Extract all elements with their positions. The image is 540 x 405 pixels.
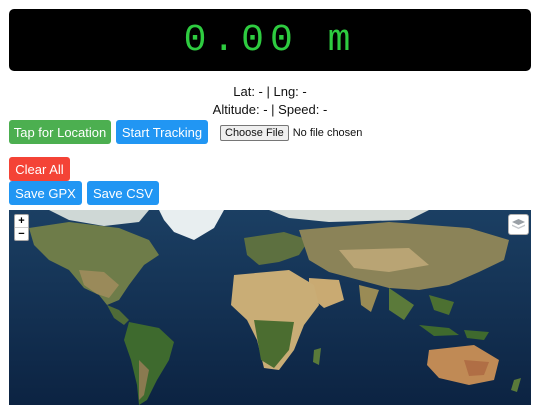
zoom-out-button[interactable]: − xyxy=(15,228,28,240)
distance-display: 0.00 m xyxy=(9,9,531,71)
file-input[interactable]: Choose File No file chosen xyxy=(220,124,362,141)
satellite-map-image xyxy=(9,210,531,405)
start-tracking-button[interactable]: Start Tracking xyxy=(116,120,208,144)
distance-value: 0.00 m xyxy=(183,18,357,62)
altitude-speed-readout: Altitude: - | Speed: - xyxy=(212,102,328,117)
save-gpx-button[interactable]: Save GPX xyxy=(9,181,82,205)
world-map[interactable] xyxy=(9,210,531,405)
layers-button[interactable] xyxy=(508,214,529,235)
save-csv-button[interactable]: Save CSV xyxy=(87,181,159,205)
clear-all-button[interactable]: Clear All xyxy=(9,157,70,181)
tap-for-location-button[interactable]: Tap for Location xyxy=(9,120,111,144)
lat-lng-readout: Lat: - | Lng: - xyxy=(233,84,307,99)
zoom-control: + − xyxy=(14,214,29,241)
choose-file-button[interactable]: Choose File xyxy=(220,124,289,141)
zoom-in-button[interactable]: + xyxy=(15,215,28,228)
layers-icon xyxy=(512,219,525,229)
file-status: No file chosen xyxy=(292,126,363,139)
